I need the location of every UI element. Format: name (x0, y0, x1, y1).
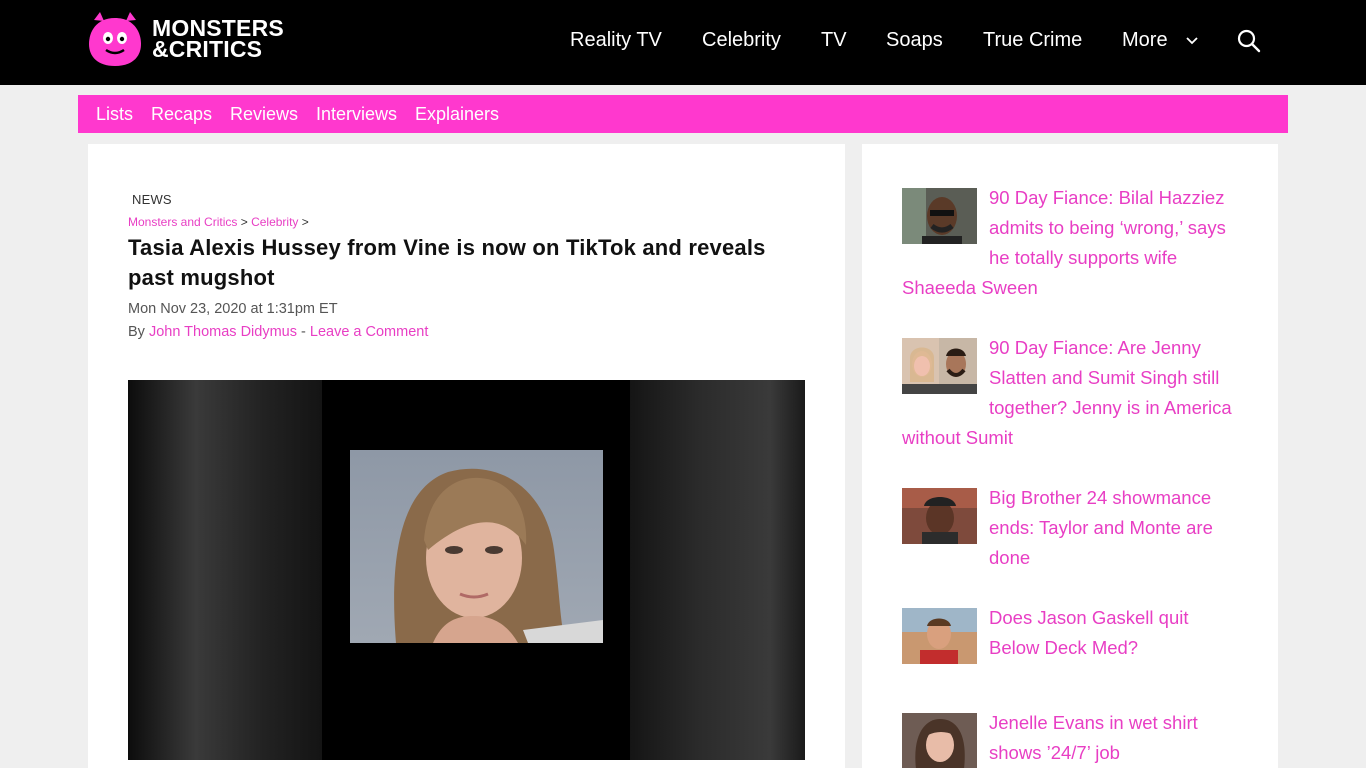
nav-soaps[interactable]: Soaps (886, 29, 943, 51)
thumbnail-image (902, 488, 977, 544)
related-story[interactable]: Big Brother 24 showmance ends: Taylor an… (902, 483, 1242, 573)
breadcrumb: Monsters and Critics > Celebrity > (128, 215, 309, 229)
nav-reality-tv[interactable]: Reality TV (570, 29, 662, 51)
story-thumbnail[interactable] (902, 188, 977, 244)
secondary-nav: Lists Recaps Reviews Interviews Explaine… (78, 95, 1288, 133)
story-thumbnail[interactable] (902, 608, 977, 664)
logo-wordmark: MONSTERS &CRITICS (152, 17, 284, 62)
site-header: MONSTERS &CRITICS Reality TV Celebrity T… (0, 0, 1366, 85)
related-story[interactable]: Jenelle Evans in wet shirt shows ’24/7’ … (902, 708, 1242, 768)
article-title: Tasia Alexis Hussey from Vine is now on … (128, 235, 766, 290)
subnav-lists[interactable]: Lists (96, 104, 133, 124)
mugshot-photo (128, 380, 805, 760)
monster-logo-icon (89, 12, 141, 66)
thumbnail-image (902, 713, 977, 768)
nav-true-crime[interactable]: True Crime (983, 29, 1082, 51)
breadcrumb-separator: > (240, 215, 248, 229)
subnav-explainers[interactable]: Explainers (415, 104, 499, 124)
thumbnail-image (902, 188, 977, 244)
leave-comment-link[interactable]: Leave a Comment (310, 324, 428, 340)
story-thumbnail[interactable] (902, 488, 977, 544)
thumbnail-image (902, 338, 977, 394)
category-tag[interactable]: NEWS (132, 192, 172, 207)
breadcrumb-home[interactable]: Monsters and Critics (128, 215, 237, 229)
sidebar-related: 90 Day Fiance: Bilal Hazziez admits to b… (862, 144, 1278, 768)
subnav-interviews[interactable]: Interviews (316, 104, 397, 124)
story-thumbnail[interactable] (902, 338, 977, 394)
thumbnail-image (902, 608, 977, 664)
chevron-down-icon (1186, 37, 1198, 44)
breadcrumb-separator: > (301, 215, 309, 229)
article-date: Mon Nov 23, 2020 at 1:31pm ET (128, 301, 338, 317)
subnav-reviews[interactable]: Reviews (230, 104, 298, 124)
related-story[interactable]: Does Jason Gaskell quit Below Deck Med? (902, 603, 1242, 668)
article-byline: By John Thomas Didymus - Leave a Comment (128, 324, 428, 340)
site-logo[interactable]: MONSTERS &CRITICS (86, 10, 284, 68)
nav-tv[interactable]: TV (821, 29, 847, 51)
related-story[interactable]: 90 Day Fiance: Bilal Hazziez admits to b… (902, 183, 1242, 303)
breadcrumb-celebrity[interactable]: Celebrity (251, 215, 298, 229)
story-thumbnail[interactable] (902, 713, 977, 768)
search-icon[interactable] (1236, 28, 1262, 54)
nav-celebrity[interactable]: Celebrity (702, 29, 781, 51)
byline-separator: - (301, 324, 306, 340)
related-story[interactable]: 90 Day Fiance: Are Jenny Slatten and Sum… (902, 333, 1242, 453)
byline-prefix: By (128, 324, 145, 340)
author-link[interactable]: John Thomas Didymus (149, 324, 297, 340)
nav-more-label: More (1122, 29, 1168, 51)
logo-line-2: &CRITICS (152, 36, 263, 62)
nav-more[interactable]: More (1122, 29, 1199, 51)
article-card: NEWS Monsters and Critics > Celebrity > … (88, 144, 845, 768)
hero-image (128, 380, 805, 760)
subnav-recaps[interactable]: Recaps (151, 104, 212, 124)
